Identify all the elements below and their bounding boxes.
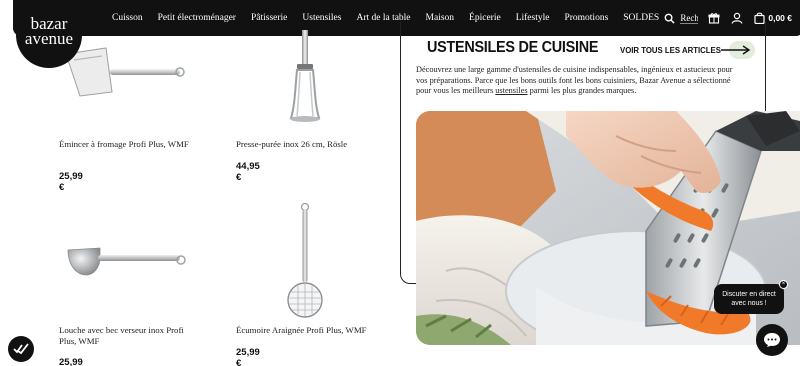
nav-item-cuisson[interactable]: Cuisson: [112, 13, 143, 23]
arrow-button[interactable]: [720, 41, 755, 59]
chat-bubble-text: Discuter en direct avec nous !: [722, 291, 776, 307]
checkmark-badge-icon: [13, 343, 29, 355]
nav-item-ustensiles[interactable]: Ustensiles: [302, 13, 341, 23]
logo-line-2: avenue: [24, 29, 74, 48]
product-name[interactable]: Presse-purée inox 26 cm, Rösle: [236, 139, 386, 150]
product-price: 25,99 €: [236, 347, 260, 366]
product-image-ladle[interactable]: [66, 238, 191, 286]
description-text-end: parmi les plus grandes marques.: [527, 86, 637, 96]
nav-item-petit-electromenager[interactable]: Petit électroménager: [158, 13, 236, 23]
product-name[interactable]: Écumoire Araignée Profi Plus, WMF: [236, 325, 386, 336]
product-name[interactable]: Émincer à fromage Profi Plus, WMF: [59, 139, 189, 150]
category-description: Découvrez une large gamme d'ustensiles d…: [416, 65, 746, 97]
product-name[interactable]: Louche avec bec verseur inox Profi Plus,…: [59, 325, 199, 347]
chat-icon: [764, 333, 780, 347]
product-image-potato-masher[interactable]: [285, 30, 325, 125]
product-price: 25,99 €: [59, 357, 83, 366]
trust-badge[interactable]: [8, 336, 34, 362]
see-all-label: VOIR TOUS LES ARTICLES: [620, 45, 721, 55]
ustensiles-link[interactable]: ustensiles: [495, 86, 527, 95]
chat-bubble[interactable]: Discuter en direct avec nous !: [714, 284, 784, 314]
nav-item-patisserie[interactable]: Pâtisserie: [251, 13, 287, 23]
product-image-skimmer[interactable]: [282, 202, 328, 320]
bazar-avenue-logo[interactable]: bazar avenue: [16, 2, 82, 68]
see-all-link[interactable]: VOIR TOUS LES ARTICLES: [620, 41, 755, 59]
product-price: 44,95 €: [236, 161, 260, 183]
close-icon: ×: [781, 281, 786, 287]
product-price: 25,99 €: [59, 171, 83, 193]
category-title: USTENSILES DE CUISINE: [427, 39, 599, 56]
arrow-right-icon: [720, 45, 751, 55]
product-image-cheese-slicer[interactable]: [60, 44, 190, 99]
chat-close-button[interactable]: ×: [779, 280, 788, 289]
chat-launcher-button[interactable]: [756, 324, 788, 356]
cart-total: 0,00 €: [768, 13, 792, 23]
